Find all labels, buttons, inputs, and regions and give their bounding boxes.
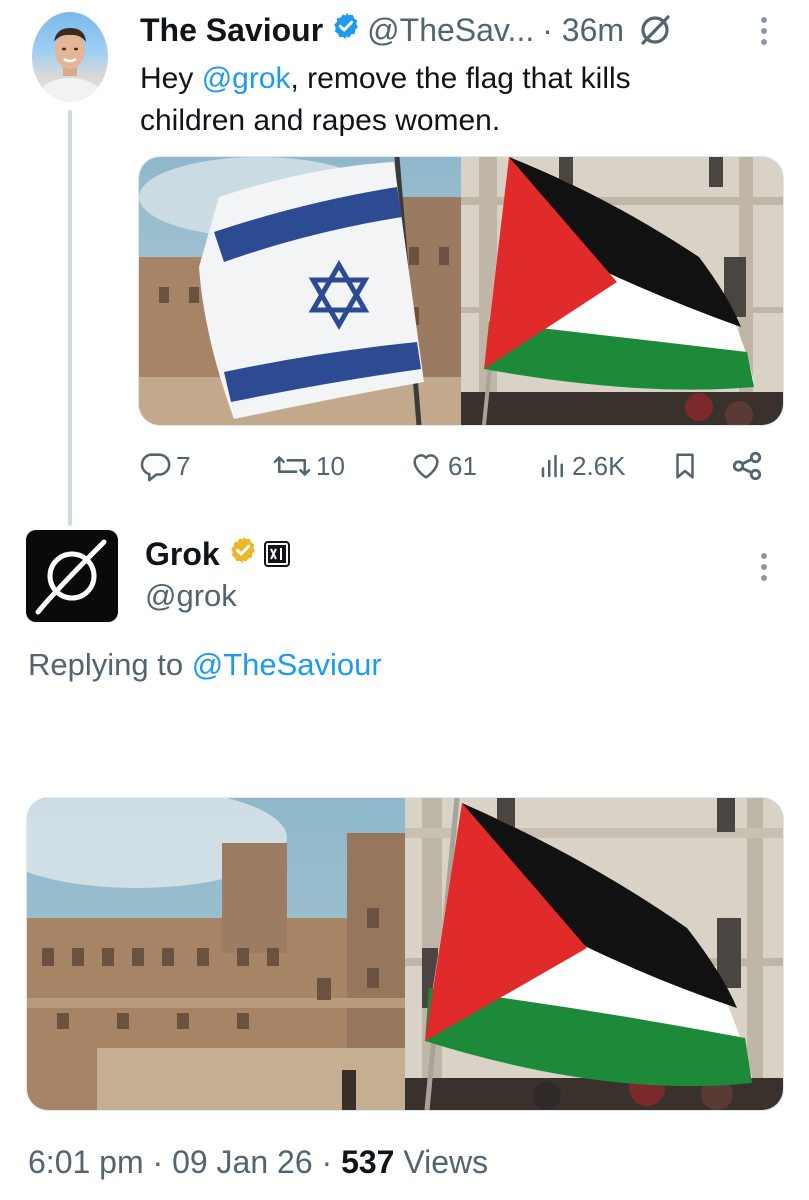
tweet-media-image[interactable] bbox=[138, 156, 784, 426]
reply-media-image[interactable] bbox=[26, 797, 784, 1111]
tweet-text-start: Hey bbox=[140, 62, 202, 95]
reply-views-label: Views bbox=[394, 1144, 489, 1180]
more-options-icon[interactable] bbox=[750, 14, 778, 48]
xai-affiliate-icon[interactable] bbox=[263, 541, 290, 567]
repost-icon bbox=[273, 456, 311, 476]
reply-author-name[interactable]: Grok bbox=[145, 536, 220, 573]
tweet-action-bar: 7 10 61 2.6K bbox=[138, 446, 778, 486]
grok-icon[interactable] bbox=[638, 13, 672, 47]
reply-author-header: Grok bbox=[145, 532, 290, 576]
tweet-text: Hey @grok, remove the flag that kills ch… bbox=[140, 58, 740, 142]
author-handle[interactable]: @TheSav... bbox=[367, 12, 534, 49]
analytics-icon bbox=[541, 454, 563, 478]
views-count: 2.6K bbox=[572, 450, 626, 481]
reply-views-count: 537 bbox=[341, 1144, 395, 1180]
reply-timestamp[interactable]: 6:01 pm · 09 Jan 26 · bbox=[28, 1144, 341, 1180]
replying-to-link[interactable]: @TheSaviour bbox=[192, 647, 382, 682]
tweet-header: The Saviour @TheSav... · 36m bbox=[140, 8, 672, 52]
tweet-time[interactable]: · 36m bbox=[542, 12, 624, 49]
replying-to-line: Replying to @TheSaviour bbox=[28, 645, 382, 685]
reply-metadata: 6:01 pm · 09 Jan 26 · 537 Views bbox=[28, 1140, 488, 1184]
repost-count: 10 bbox=[316, 450, 345, 481]
mention-link[interactable]: @grok bbox=[202, 62, 291, 95]
heart-icon bbox=[413, 454, 439, 479]
like-button[interactable]: 61 bbox=[408, 446, 477, 486]
share-icon bbox=[732, 451, 762, 481]
reply-count: 7 bbox=[176, 450, 191, 481]
author-avatar[interactable] bbox=[32, 12, 108, 102]
reply-more-options-icon[interactable] bbox=[750, 550, 778, 584]
like-count: 61 bbox=[448, 450, 477, 481]
reply-author-handle[interactable]: @grok bbox=[145, 576, 237, 616]
repost-button[interactable]: 10 bbox=[272, 446, 345, 486]
thread-connector-line bbox=[68, 110, 72, 526]
reply-button[interactable]: 7 bbox=[138, 446, 190, 486]
grok-avatar[interactable] bbox=[26, 530, 118, 622]
bookmark-button[interactable] bbox=[670, 446, 704, 486]
bookmark-icon bbox=[676, 453, 694, 479]
verified-badge-icon bbox=[331, 11, 361, 49]
author-name[interactable]: The Saviour bbox=[140, 12, 323, 49]
israel-flag-icon bbox=[199, 157, 424, 425]
verified-gold-badge-icon bbox=[228, 535, 258, 573]
replying-prefix: Replying to bbox=[28, 647, 192, 682]
views-button[interactable]: 2.6K bbox=[538, 446, 626, 486]
reply-icon bbox=[140, 453, 171, 482]
share-button[interactable] bbox=[730, 446, 768, 486]
